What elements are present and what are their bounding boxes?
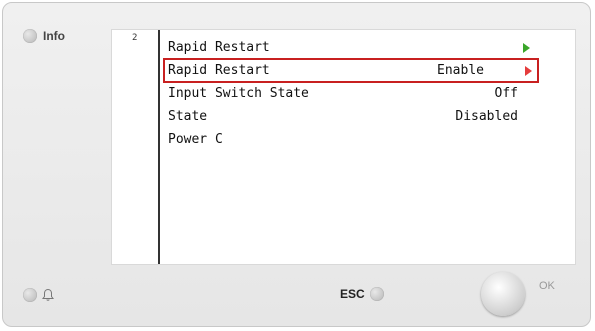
menu-item-value: Disabled <box>455 109 518 124</box>
esc-button-icon <box>369 287 384 301</box>
alarm-button[interactable] <box>23 288 55 302</box>
menu-item-label: State <box>168 109 208 124</box>
menu-item-input-switch-state[interactable]: Input Switch State Off <box>164 82 538 105</box>
page-number: 2 <box>132 33 138 43</box>
divider-line <box>158 30 160 264</box>
menu-item-label: Power C <box>168 132 223 147</box>
alarm-button-icon <box>23 288 37 302</box>
ok-knob-icon <box>481 272 525 316</box>
menu-item-rapid-restart-header[interactable]: Rapid Restart <box>164 36 538 59</box>
info-label: Info <box>43 29 65 43</box>
bell-icon <box>42 288 54 301</box>
popup-overlay <box>232 131 575 183</box>
menu-item-state[interactable]: State Disabled <box>164 105 538 128</box>
menu-item-value: Off <box>494 86 518 101</box>
menu-item-label: Rapid Restart <box>168 40 270 55</box>
menu-item-label: Rapid Restart <box>168 63 270 78</box>
display-screen: 2 Rapid Restart Rapid Restart Enable Inp… <box>111 29 576 265</box>
device-panel: Info 2 Rapid Restart Rapid Restart Enabl… <box>2 2 591 327</box>
menu-item-value: Enable <box>437 63 484 78</box>
info-button[interactable]: Info <box>23 29 65 43</box>
menu-item-label: Input Switch State <box>168 86 309 101</box>
esc-label: ESC <box>340 287 365 301</box>
arrow-right-icon <box>525 66 532 76</box>
ok-button[interactable]: OK <box>481 272 555 316</box>
menu-item-rapid-restart[interactable]: Rapid Restart Enable <box>163 58 539 83</box>
arrow-right-icon <box>523 43 530 53</box>
ok-label: OK <box>539 280 555 292</box>
info-button-icon <box>23 29 37 43</box>
esc-button[interactable]: ESC <box>340 287 384 301</box>
